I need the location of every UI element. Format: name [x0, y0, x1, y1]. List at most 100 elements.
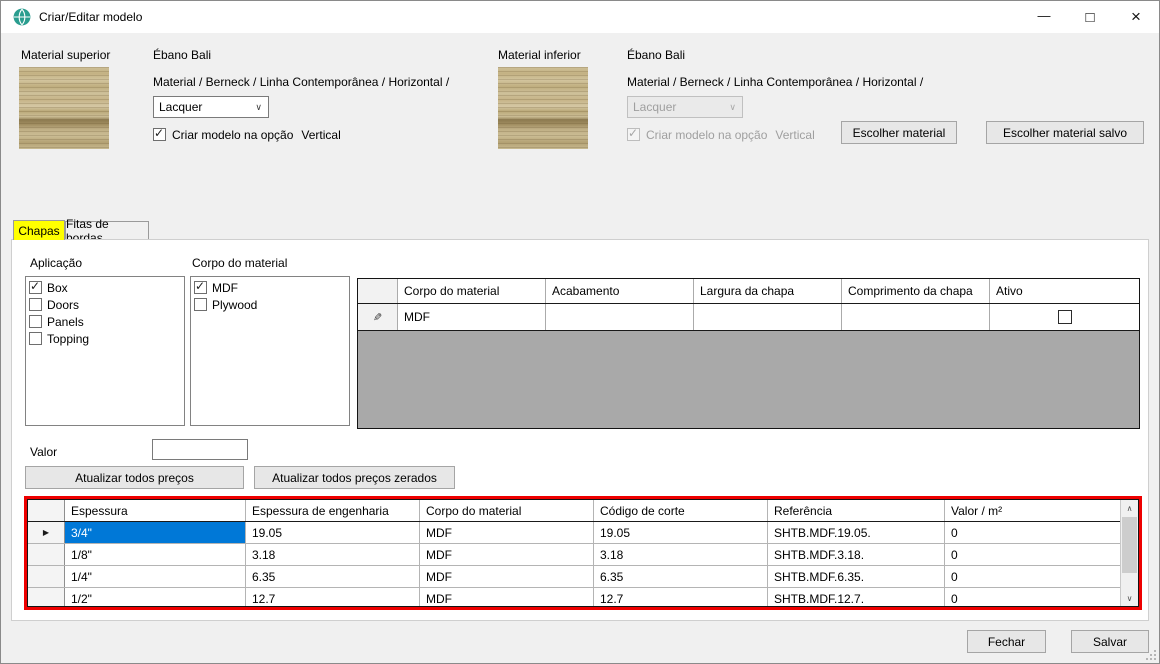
- criar-vertical-superior-checkbox[interactable]: [153, 128, 166, 141]
- column-header-codigo-corte[interactable]: Código de corte: [594, 500, 768, 521]
- material-grid-corner[interactable]: [358, 279, 398, 303]
- titlebar: Criar/Editar modelo — □ ×: [1, 1, 1159, 33]
- cell-referencia[interactable]: SHTB.MDF.12.7.: [768, 588, 945, 606]
- cell-valor-m2[interactable]: 0: [945, 544, 1120, 565]
- tab-chapas[interactable]: Chapas: [13, 220, 65, 240]
- criar-vertical-superior-option: Vertical: [301, 128, 340, 142]
- maximize-button[interactable]: □: [1067, 1, 1113, 33]
- plywood-label: Plywood: [212, 298, 257, 312]
- finish-inferior-value: Lacquer: [633, 100, 676, 114]
- plywood-checkbox[interactable]: [194, 298, 207, 311]
- row-header-current[interactable]: ▶: [28, 522, 65, 543]
- cell-espessura[interactable]: 1/2": [65, 588, 246, 606]
- column-header-acabamento[interactable]: Acabamento: [546, 279, 694, 303]
- column-header-espessura[interactable]: Espessura: [65, 500, 246, 521]
- table-row: 1/4" 6.35 MDF 6.35 SHTB.MDF.6.35. 0: [28, 566, 1120, 588]
- aplicacao-option-topping[interactable]: Topping: [29, 330, 184, 347]
- column-header-comprimento[interactable]: Comprimento da chapa: [842, 279, 990, 303]
- cell-codigo-corte[interactable]: 6.35: [594, 566, 768, 587]
- table-row: ✎ MDF: [358, 304, 1139, 331]
- scroll-down-button[interactable]: ∨: [1121, 590, 1138, 606]
- cell-corpo-material[interactable]: MDF: [420, 566, 594, 587]
- cell-acabamento[interactable]: [546, 304, 694, 330]
- cell-espessura-engenharia[interactable]: 6.35: [246, 566, 420, 587]
- cell-espessura[interactable]: 3/4": [65, 522, 246, 543]
- aplicacao-option-doors[interactable]: Doors: [29, 296, 184, 313]
- column-header-largura[interactable]: Largura da chapa: [694, 279, 842, 303]
- aplicacao-option-box[interactable]: Box: [29, 279, 184, 296]
- scrollbar-thumb[interactable]: [1122, 517, 1137, 573]
- cell-referencia[interactable]: SHTB.MDF.6.35.: [768, 566, 945, 587]
- table-row: 1/2" 12.7 MDF 12.7 SHTB.MDF.12.7. 0: [28, 588, 1120, 606]
- minimize-button[interactable]: —: [1021, 1, 1067, 33]
- row-header[interactable]: [28, 566, 65, 587]
- finish-superior-select[interactable]: Lacquer ∨: [153, 96, 269, 118]
- price-grid-corner[interactable]: [28, 500, 65, 521]
- column-header-valor-m2[interactable]: Valor / m²: [945, 500, 1120, 521]
- panels-checkbox[interactable]: [29, 315, 42, 328]
- cell-ativo[interactable]: [990, 304, 1139, 330]
- cell-codigo-corte[interactable]: 3.18: [594, 544, 768, 565]
- mdf-checkbox[interactable]: [194, 281, 207, 294]
- fechar-button[interactable]: Fechar: [967, 630, 1046, 653]
- cell-corpo-material[interactable]: MDF: [420, 544, 594, 565]
- topping-label: Topping: [47, 332, 89, 346]
- row-header-edit[interactable]: ✎: [358, 304, 398, 330]
- row-header[interactable]: [28, 544, 65, 565]
- cell-valor-m2[interactable]: 0: [945, 566, 1120, 587]
- cell-codigo-corte[interactable]: 19.05: [594, 522, 768, 543]
- box-checkbox[interactable]: [29, 281, 42, 294]
- cell-corpo-material[interactable]: MDF: [420, 588, 594, 606]
- valor-label: Valor: [30, 445, 57, 459]
- column-header-corpo[interactable]: Corpo do material: [398, 279, 546, 303]
- cell-referencia[interactable]: SHTB.MDF.3.18.: [768, 544, 945, 565]
- atualizar-precos-zerados-button[interactable]: Atualizar todos preços zerados: [254, 466, 455, 489]
- cell-espessura-engenharia[interactable]: 3.18: [246, 544, 420, 565]
- scroll-up-button[interactable]: ∧: [1121, 500, 1138, 516]
- cell-espessura-engenharia[interactable]: 19.05: [246, 522, 420, 543]
- escolher-material-salvo-button[interactable]: Escolher material salvo: [986, 121, 1144, 144]
- column-header-corpo-material[interactable]: Corpo do material: [420, 500, 594, 521]
- cell-codigo-corte[interactable]: 12.7: [594, 588, 768, 606]
- corpo-option-mdf[interactable]: MDF: [194, 279, 349, 296]
- cell-espessura-engenharia[interactable]: 12.7: [246, 588, 420, 606]
- finish-superior-value: Lacquer: [159, 100, 202, 114]
- atualizar-precos-zerados-label: Atualizar todos preços zerados: [272, 471, 437, 485]
- tab-fitas-de-bordas[interactable]: Fitas de bordas: [65, 221, 149, 239]
- column-header-referencia[interactable]: Referência: [768, 500, 945, 521]
- cell-corpo[interactable]: MDF: [398, 304, 546, 330]
- valor-input[interactable]: [152, 439, 248, 460]
- doors-checkbox[interactable]: [29, 298, 42, 311]
- box-label: Box: [47, 281, 68, 295]
- corpo-option-plywood[interactable]: Plywood: [194, 296, 349, 313]
- close-button[interactable]: ×: [1113, 1, 1159, 33]
- escolher-material-button[interactable]: Escolher material: [841, 121, 957, 144]
- price-grid-scrollbar[interactable]: ∧ ∨: [1120, 500, 1138, 606]
- salvar-button[interactable]: Salvar: [1071, 630, 1149, 653]
- fechar-label: Fechar: [988, 635, 1025, 649]
- cell-comprimento[interactable]: [842, 304, 990, 330]
- resize-grip-icon[interactable]: [1146, 650, 1156, 660]
- row-header[interactable]: [28, 588, 65, 606]
- cell-corpo-material[interactable]: MDF: [420, 522, 594, 543]
- cell-valor-m2[interactable]: 0: [945, 588, 1120, 606]
- cell-largura[interactable]: [694, 304, 842, 330]
- column-header-espessura-engenharia[interactable]: Espessura de engenharia: [246, 500, 420, 521]
- column-header-ativo[interactable]: Ativo: [990, 279, 1139, 303]
- cell-espessura[interactable]: 1/4": [65, 566, 246, 587]
- material-superior-path: Material / Berneck / Linha Contemporânea…: [153, 75, 449, 89]
- atualizar-todos-precos-label: Atualizar todos preços: [75, 471, 194, 485]
- topping-checkbox[interactable]: [29, 332, 42, 345]
- cell-referencia[interactable]: SHTB.MDF.19.05.: [768, 522, 945, 543]
- aplicacao-option-panels[interactable]: Panels: [29, 313, 184, 330]
- cell-espessura[interactable]: 1/8": [65, 544, 246, 565]
- atualizar-todos-precos-button[interactable]: Atualizar todos preços: [25, 466, 244, 489]
- aplicacao-listbox: Box Doors Panels Topping: [25, 276, 185, 426]
- escolher-material-salvo-label: Escolher material salvo: [1003, 126, 1127, 140]
- ativo-checkbox[interactable]: [1058, 310, 1072, 324]
- chevron-down-icon: ∨: [255, 102, 262, 113]
- cell-valor-m2[interactable]: 0: [945, 522, 1120, 543]
- salvar-label: Salvar: [1093, 635, 1127, 649]
- material-inferior-name: Ébano Bali: [627, 48, 685, 62]
- material-superior-name: Ébano Bali: [153, 48, 211, 62]
